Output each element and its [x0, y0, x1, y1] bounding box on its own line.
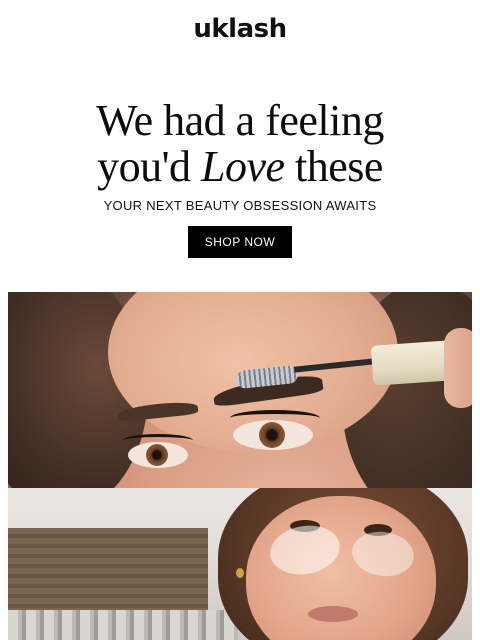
blanket	[8, 610, 238, 640]
lips	[308, 606, 358, 622]
finger	[444, 328, 472, 408]
eye-left	[128, 442, 188, 468]
eye-right	[233, 420, 313, 450]
eye-patch-product-image[interactable]	[8, 488, 472, 640]
headline-emphasis: Love	[201, 142, 285, 191]
headline: We had a feeling you'd Love these	[0, 98, 480, 190]
subheadline: YOUR NEXT BEAUTY OBSESSION AWAITS	[103, 198, 377, 213]
headline-line-2-prefix: you'd	[97, 142, 191, 191]
headline-line-2-suffix: these	[295, 142, 383, 191]
brand-logo[interactable]: uklash	[0, 14, 480, 44]
shop-now-button[interactable]: SHOP NOW	[188, 226, 292, 258]
headline-line-2: you'd Love these	[0, 144, 480, 190]
brow-gel-product-image[interactable]	[8, 292, 472, 488]
earring	[236, 568, 244, 578]
headline-line-1: We had a feeling	[96, 96, 384, 145]
